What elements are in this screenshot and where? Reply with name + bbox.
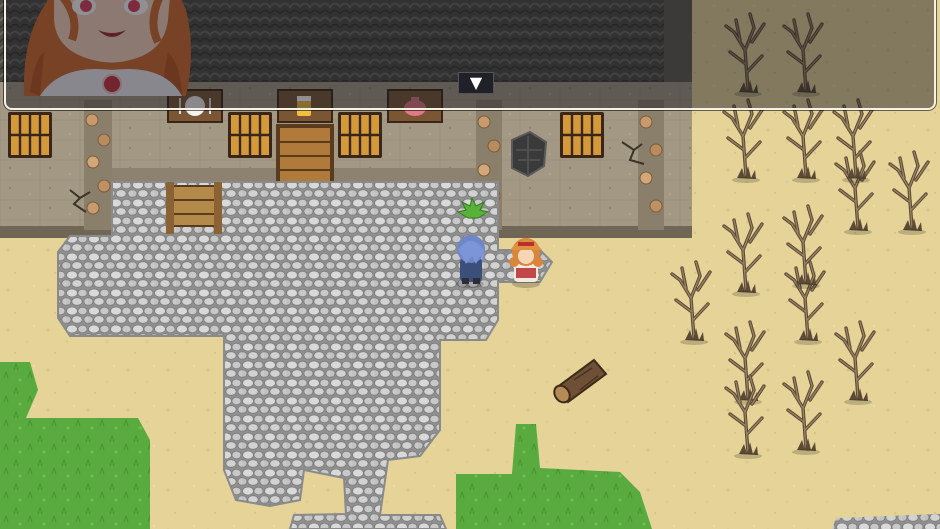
dialog-box[interactable]: ▼ — [4, 0, 936, 110]
continue-arrow-icon[interactable]: ▼ — [458, 72, 494, 94]
window-3 — [336, 110, 384, 160]
window-2 — [226, 110, 274, 160]
tavern-door[interactable] — [276, 124, 334, 182]
wooden-fence-gate[interactable] — [166, 182, 222, 234]
window-1 — [6, 110, 54, 160]
dialog-message — [222, 0, 922, 10]
window-4 — [558, 110, 606, 160]
stone-pillar-left — [84, 100, 112, 230]
stone-pillar-right — [638, 100, 664, 230]
